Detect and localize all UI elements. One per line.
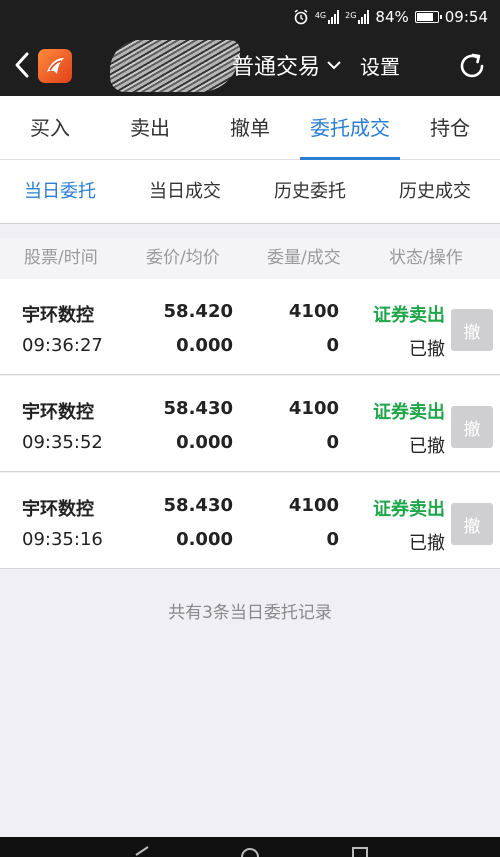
chevron-left-icon — [15, 52, 29, 78]
order-time: 09:35:52 — [22, 432, 103, 453]
filled-quantity: 0 — [326, 335, 339, 356]
cancel-order-button[interactable]: 撤 — [451, 406, 493, 448]
home-nav-icon[interactable] — [240, 845, 260, 857]
header-price-avg: 委价/均价 — [146, 248, 220, 268]
battery-percent: 84% — [375, 8, 409, 26]
subtab-today-orders[interactable]: 当日委托 — [24, 160, 96, 224]
battery-icon — [414, 11, 442, 23]
order-time: 09:35:16 — [22, 529, 103, 550]
header-status-action: 状态/操作 — [389, 248, 463, 268]
main-tab-bar: 买入 卖出 撤单 委托成交 持仓 — [0, 96, 500, 160]
order-status: 已撤 — [409, 533, 445, 554]
alarm-icon — [294, 9, 308, 25]
subtab-history-trades[interactable]: 历史成交 — [399, 160, 471, 224]
trade-mode-selector[interactable]: 普通交易 — [232, 34, 342, 96]
network-type-1: 4G — [314, 11, 327, 20]
clock: 09:54 — [444, 8, 488, 26]
redacted-account-scribble — [110, 40, 240, 92]
order-action: 证券卖出 — [373, 305, 445, 326]
filled-quantity: 0 — [326, 529, 339, 550]
stock-name: 宇环数控 — [22, 305, 94, 326]
tab-positions[interactable]: 持仓 — [410, 96, 490, 160]
order-status: 已撤 — [409, 436, 445, 457]
sub-tab-bar: 当日委托 当日成交 历史委托 历史成交 — [0, 160, 500, 224]
table-row[interactable]: 宇环数控 09:35:16 58.430 0.000 4100 0 证券卖出 已… — [0, 473, 500, 569]
order-quantity: 4100 — [288, 398, 339, 419]
back-button[interactable] — [8, 48, 36, 82]
stock-name: 宇环数控 — [22, 402, 94, 423]
refresh-button[interactable] — [454, 48, 490, 84]
status-bar: 4G 2G 84% 09:54 — [0, 0, 500, 34]
order-action: 证券卖出 — [373, 499, 445, 520]
tab-orders-trades[interactable]: 委托成交 — [300, 96, 400, 160]
recents-nav-icon[interactable] — [350, 845, 370, 857]
network-type-2: 2G — [345, 11, 357, 20]
average-price: 0.000 — [176, 529, 233, 550]
tab-cancel-order[interactable]: 撤单 — [210, 96, 290, 160]
subtab-history-orders[interactable]: 历史委托 — [274, 160, 346, 224]
signal-strength-icon-1: 4G — [314, 10, 340, 24]
order-action: 证券卖出 — [373, 402, 445, 423]
app-logo — [38, 49, 72, 83]
order-quantity: 4100 — [288, 301, 339, 322]
chevron-down-icon — [327, 61, 341, 70]
logo-icon — [47, 58, 64, 74]
header-qty-filled: 委量/成交 — [267, 248, 341, 268]
subtab-today-trades[interactable]: 当日成交 — [149, 160, 221, 224]
order-quantity: 4100 — [288, 495, 339, 516]
order-time: 09:36:27 — [22, 335, 103, 356]
system-nav-bar — [0, 837, 500, 857]
table-row[interactable]: 宇环数控 09:35:52 58.430 0.000 4100 0 证券卖出 已… — [0, 376, 500, 472]
stock-name: 宇环数控 — [22, 499, 94, 520]
order-status: 已撤 — [409, 339, 445, 360]
settings-button[interactable]: 设置 — [360, 34, 400, 96]
tab-buy[interactable]: 买入 — [10, 96, 90, 160]
order-price: 58.430 — [163, 398, 233, 419]
record-count-note: 共有3条当日委托记录 — [168, 603, 332, 623]
cancel-order-button[interactable]: 撤 — [451, 309, 493, 351]
nav-bar: 普通交易 设置 — [0, 34, 500, 96]
signal-strength-icon-2: 2G — [345, 10, 370, 24]
status-indicators: 4G 2G 84% 09:54 — [293, 0, 488, 34]
order-price: 58.430 — [163, 495, 233, 516]
back-nav-icon[interactable] — [132, 845, 152, 857]
page-title: 普通交易 — [232, 55, 321, 80]
filled-quantity: 0 — [326, 432, 339, 453]
average-price: 0.000 — [176, 335, 233, 356]
tab-sell[interactable]: 卖出 — [110, 96, 190, 160]
refresh-icon — [460, 53, 484, 78]
table-header: 股票/时间 委价/均价 委量/成交 状态/操作 — [0, 238, 500, 278]
header-stock-time: 股票/时间 — [24, 248, 98, 268]
average-price: 0.000 — [176, 432, 233, 453]
order-price: 58.420 — [163, 301, 233, 322]
table-row[interactable]: 宇环数控 09:36:27 58.420 0.000 4100 0 证券卖出 已… — [0, 279, 500, 375]
cancel-order-button[interactable]: 撤 — [451, 503, 493, 545]
